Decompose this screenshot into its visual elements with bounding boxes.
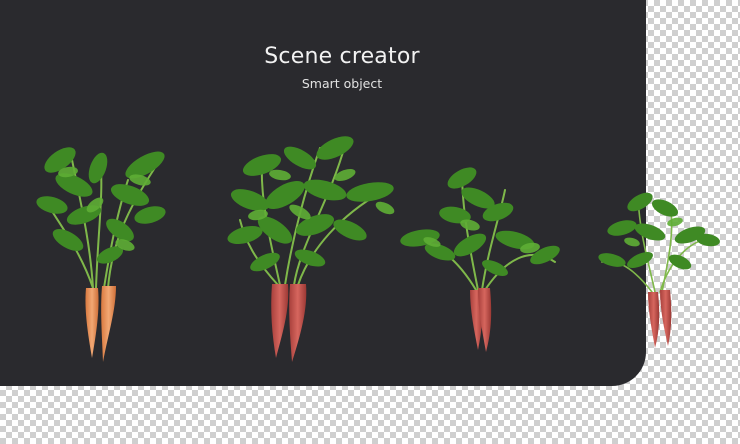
carrot-illustration bbox=[36, 136, 720, 362]
carrot-bunch-red-small bbox=[598, 192, 720, 348]
carrot-bunch-orange bbox=[36, 147, 166, 362]
carrot-bunch-red-medium bbox=[400, 167, 560, 352]
carrot-bunch-red-large bbox=[227, 136, 395, 362]
